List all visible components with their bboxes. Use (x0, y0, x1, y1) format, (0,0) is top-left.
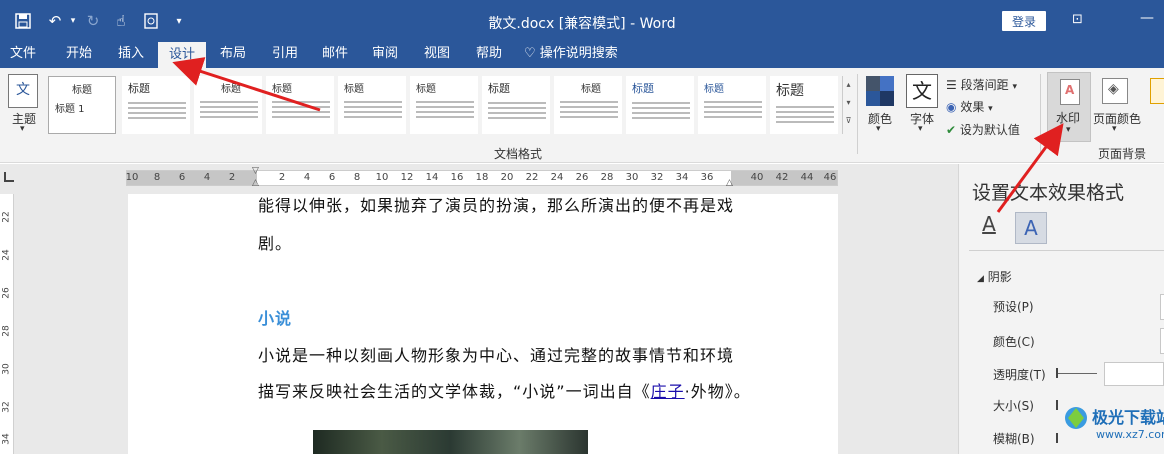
arrow-to-design-tab (172, 57, 321, 112)
arrow-to-watermark (996, 123, 1064, 213)
annotation-arrows (172, 57, 1064, 213)
